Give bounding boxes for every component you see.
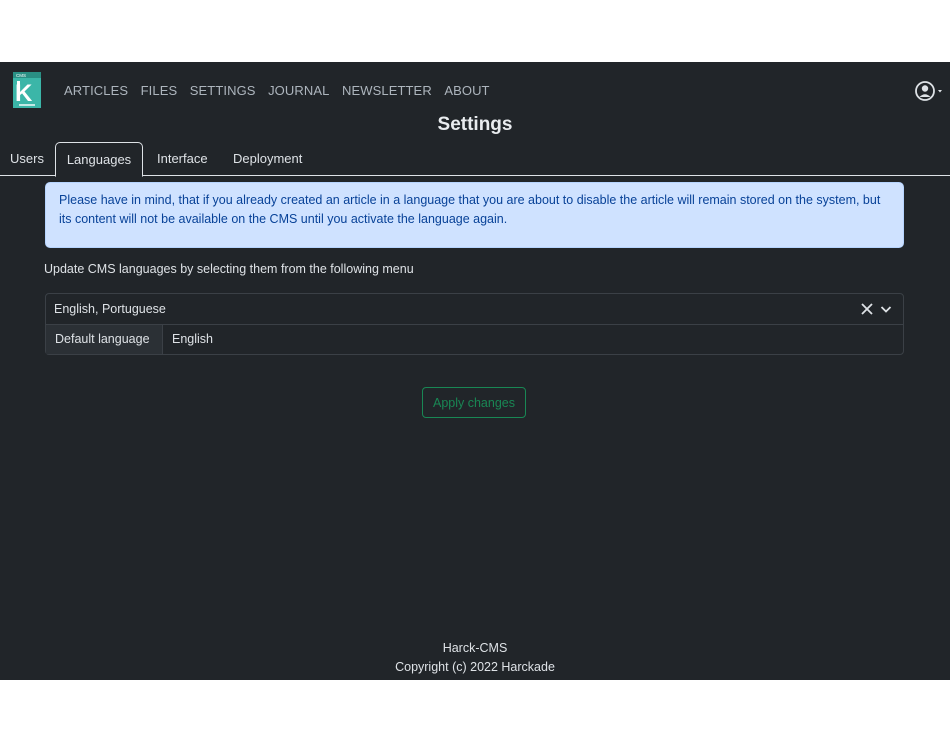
apply-changes-button[interactable]: Apply changes bbox=[422, 387, 526, 418]
clear-icon[interactable] bbox=[860, 300, 874, 318]
nav-newsletter[interactable]: NEWSLETTER bbox=[342, 83, 432, 99]
default-language-group: Default language English bbox=[45, 324, 904, 355]
nav-journal[interactable]: JOURNAL bbox=[268, 83, 329, 99]
nav-articles[interactable]: ARTICLES bbox=[64, 83, 128, 99]
default-language-value[interactable]: English bbox=[163, 325, 213, 354]
nav-about[interactable]: ABOUT bbox=[444, 83, 489, 99]
svg-text:CMS: CMS bbox=[16, 73, 26, 78]
app-window: CMS K ARTICLES FILES SETTINGS JOURNAL NE… bbox=[0, 62, 950, 680]
info-alert-text: Please have in mind, that if you already… bbox=[59, 193, 881, 226]
nav-settings[interactable]: SETTINGS bbox=[190, 83, 256, 99]
page-title: Settings bbox=[437, 114, 513, 135]
settings-tabs: Users Languages Interface Deployment bbox=[0, 142, 950, 177]
footer-app-name: Harck-CMS bbox=[442, 641, 508, 655]
selected-languages: English, Portuguese bbox=[54, 302, 166, 316]
languages-instruction: Update CMS languages by selecting them f… bbox=[44, 262, 414, 276]
chevron-down-icon[interactable] bbox=[879, 300, 893, 318]
nav-files[interactable]: FILES bbox=[141, 83, 178, 99]
user-circle-icon[interactable] bbox=[914, 80, 944, 102]
tab-interface[interactable]: Interface bbox=[157, 142, 208, 176]
navbar: CMS K ARTICLES FILES SETTINGS JOURNAL NE… bbox=[0, 62, 950, 117]
tab-deployment[interactable]: Deployment bbox=[233, 142, 302, 176]
default-language-label: Default language bbox=[46, 325, 163, 354]
footer-copyright: Copyright (c) 2022 Harckade bbox=[395, 660, 555, 674]
harck-cms-logo-icon[interactable]: CMS K bbox=[13, 72, 41, 108]
info-alert: Please have in mind, that if you already… bbox=[45, 182, 904, 248]
tab-languages[interactable]: Languages bbox=[55, 142, 143, 177]
footer: Harck-CMS Copyright (c) 2022 Harckade bbox=[0, 639, 950, 677]
tab-users[interactable]: Users bbox=[10, 142, 44, 176]
language-multiselect[interactable]: English, Portuguese bbox=[45, 293, 904, 325]
nav-links: ARTICLES FILES SETTINGS JOURNAL NEWSLETT… bbox=[64, 83, 502, 99]
